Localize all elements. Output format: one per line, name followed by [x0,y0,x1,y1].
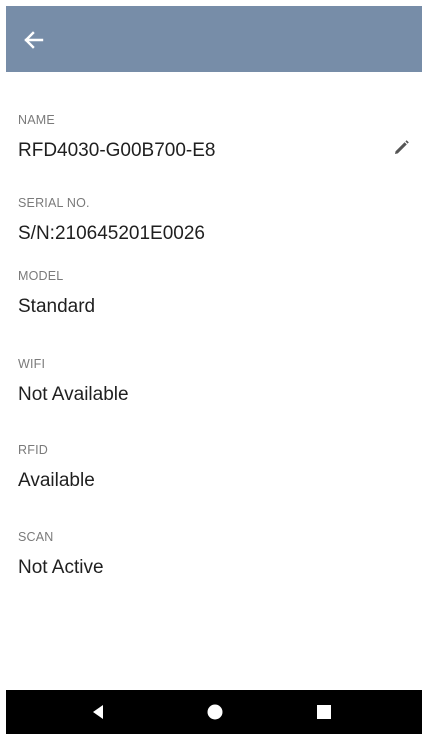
arrow-back-icon [24,31,44,49]
wifi-value: Not Available [18,384,129,405]
nav-recents-square-icon [317,705,331,719]
wifi-field: WIFI Not Available [18,357,398,406]
scan-field: SCAN Not Active [18,530,398,579]
name-value: RFD4030-G00B700-E8 [18,140,216,161]
model-value: Standard [18,296,96,317]
rfid-field: RFID Available [18,443,398,492]
name-label: NAME [18,113,55,127]
serial-label: SERIAL NO. [18,196,90,210]
edit-name-button[interactable] [390,137,412,159]
nav-home-circle-icon [207,704,223,720]
scan-value: Not Active [18,557,104,578]
rfid-value: Available [18,470,95,491]
wifi-label: WIFI [18,357,46,371]
nav-back-button[interactable] [76,690,120,734]
app-bar [6,6,422,72]
pencil-icon [395,140,409,154]
back-button[interactable] [18,25,48,55]
model-label: MODEL [18,269,64,283]
serial-field: SERIAL NO. S/N:210645201E0026 [18,196,398,245]
rfid-label: RFID [18,443,48,457]
device-details-screen: NAME RFD4030-G00B700-E8 SERIAL NO. S/N:2… [6,6,422,734]
nav-recents-button[interactable] [302,690,346,734]
nav-home-button[interactable] [193,690,237,734]
scan-label: SCAN [18,530,54,544]
nav-back-triangle-icon [93,705,103,719]
name-field: NAME RFD4030-G00B700-E8 [18,113,398,162]
system-nav-bar [6,690,422,734]
model-field: MODEL Standard [18,269,398,318]
serial-value: S/N:210645201E0026 [18,223,205,244]
